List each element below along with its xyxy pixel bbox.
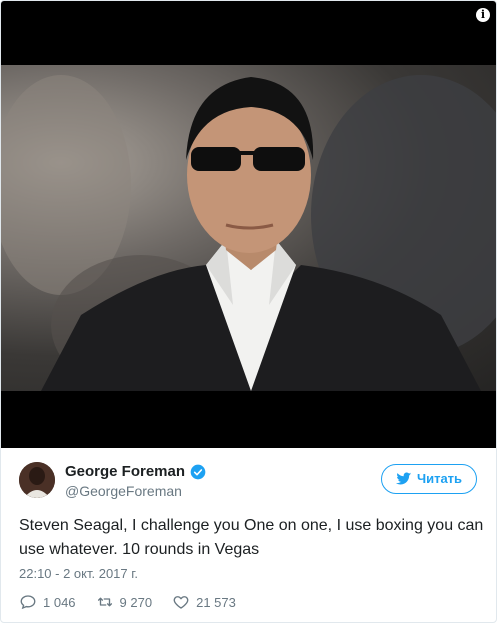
retweet-icon <box>97 597 112 607</box>
retweet-action[interactable]: 9 270 <box>96 593 153 611</box>
follow-button-label: Читать <box>416 471 463 486</box>
tweet-actions: 1 046 9 270 21 573 <box>19 593 256 611</box>
like-action[interactable]: 21 573 <box>172 593 236 611</box>
follow-button[interactable]: Читать <box>381 464 477 494</box>
reply-count: 1 046 <box>43 594 76 610</box>
verified-badge-icon <box>190 464 206 479</box>
tweet-media[interactable]: i <box>1 1 496 448</box>
tweet-card: i George Foreman @GeorgeForeman Читать S… <box>0 0 497 623</box>
author-info[interactable]: George Foreman @GeorgeForeman <box>65 463 206 499</box>
like-count: 21 573 <box>196 594 236 610</box>
heart-icon <box>173 596 189 609</box>
tweet-body: George Foreman @GeorgeForeman Читать Ste… <box>1 448 496 622</box>
display-name[interactable]: George Foreman <box>65 463 185 480</box>
avatar-image <box>19 462 55 498</box>
avatar[interactable] <box>19 462 55 498</box>
handle[interactable]: @GeorgeForeman <box>65 483 206 499</box>
twitter-bird-icon <box>395 472 412 485</box>
photo-illustration <box>1 75 496 391</box>
name-row: George Foreman <box>65 463 206 480</box>
tweet-photo[interactable] <box>1 65 496 391</box>
reply-icon <box>20 595 36 610</box>
tweet-text: Steven Seagal, I challenge you One on on… <box>19 517 484 558</box>
reply-action[interactable]: 1 046 <box>19 593 76 611</box>
retweet-count: 9 270 <box>119 594 153 610</box>
timestamp[interactable]: 22:10 - 2 окт. 2017 г. <box>19 566 138 581</box>
info-icon[interactable]: i <box>476 8 490 22</box>
